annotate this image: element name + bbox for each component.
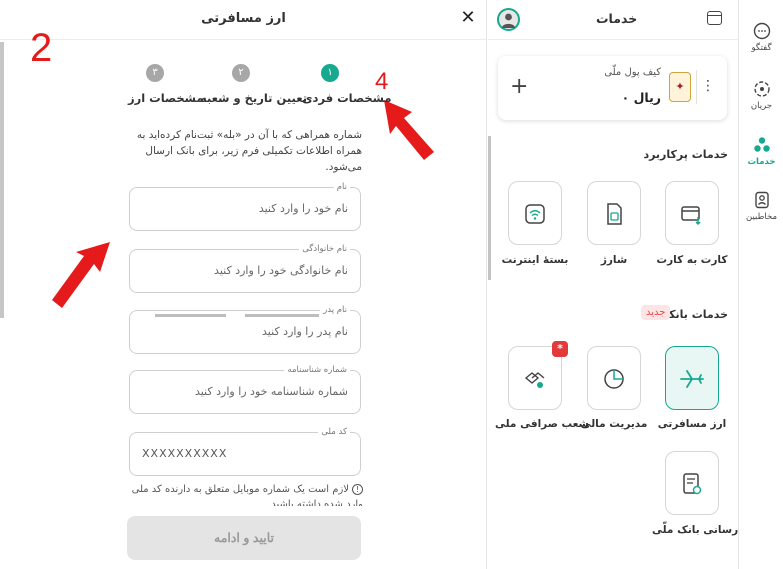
app-window: ارز مسافرتی ✕ 2 4 ۳ ۲ ۱ مشخصات ارز تعیین… xyxy=(0,0,783,569)
wallet-label: کیف پول ملّی xyxy=(604,67,661,78)
wallet-card[interactable]: + کیف پول ملّی ۰ ریال ✦ ⋮ xyxy=(498,56,727,120)
tab-window-icon[interactable] xyxy=(707,11,722,25)
step-3-label: مشخصات ارز xyxy=(128,91,204,105)
step-3-indicator: ۳ xyxy=(146,64,164,82)
nav-label: جریان xyxy=(750,101,773,111)
bank-melli-logo-icon: ✦ xyxy=(669,72,691,102)
hint-text: !لازم است یک شماره موبایل متعلق به دارند… xyxy=(129,482,363,506)
intro-text: شماره همراهی که با آن در «بله» ثبت‌نام ک… xyxy=(136,129,362,173)
father-name-field[interactable]: نام پدر نام پدر را وارد کنید xyxy=(129,304,361,354)
avatar[interactable] xyxy=(497,8,520,31)
field-placeholder: شماره شناسنامه خود را وارد کنید xyxy=(194,385,348,398)
wallet-balance: ۰ ریال xyxy=(621,90,661,105)
close-icon[interactable]: ✕ xyxy=(460,9,476,27)
first-name-field[interactable]: نام نام خود را وارد کنید xyxy=(129,181,361,231)
popular-services-title: خدمات پرکاربرد xyxy=(643,148,728,161)
plus-icon[interactable]: + xyxy=(510,76,528,98)
nav-label: مخاطبین xyxy=(746,212,777,222)
step-1-indicator: ۱ xyxy=(321,64,339,82)
panel-title: ارز مسافرتی xyxy=(201,11,286,26)
scrollbar[interactable] xyxy=(488,136,491,280)
services-icon xyxy=(753,137,770,152)
notification-badge: * xyxy=(552,341,568,357)
annotation-number: 2 xyxy=(30,26,53,70)
travel-currency-panel: ارز مسافرتی ✕ 2 4 ۳ ۲ ۱ مشخصات ارز تعیین… xyxy=(0,0,487,569)
progress-stepper: ۳ ۲ ۱ مشخصات ارز تعیین تاریخ و شعبه مشخص… xyxy=(128,60,391,317)
services-header: خدمات xyxy=(488,0,738,40)
nav-item-contacts[interactable]: مخاطبین xyxy=(739,191,783,237)
field-placeholder: نام خانوادگی خود را وارد کنید xyxy=(214,264,348,277)
financial-management-tile[interactable] xyxy=(587,346,641,410)
step-2-indicator: ۲ xyxy=(232,64,250,82)
hint-message: لازم است یک شماره موبایل متعلق به دارنده… xyxy=(131,484,363,506)
exchange-branch-icon xyxy=(524,372,545,388)
national-code-field[interactable]: کد ملی XXXXXXXXXX xyxy=(129,426,361,476)
new-badge: جدید xyxy=(641,305,671,320)
step-1-label: مشخصات فردی xyxy=(302,91,392,105)
tile-label: کارت به کارت xyxy=(656,254,728,266)
scrollbar[interactable] xyxy=(0,42,4,318)
sim-card-icon xyxy=(607,203,622,225)
tile-label: شارژ xyxy=(600,254,628,266)
internet-package-tile[interactable] xyxy=(508,181,562,245)
annotation-arrow-icon xyxy=(52,242,110,308)
services-panel: خدمات + کیف پول ملّی ۰ ریال ✦ ⋮ خدمات پر… xyxy=(488,0,738,569)
field-label: نام پدر xyxy=(320,304,350,316)
panel-header: ارز مسافرتی ✕ xyxy=(0,0,486,40)
last-name-field[interactable]: نام خانوادگی نام خانوادگی خود را وارد کن… xyxy=(129,243,361,293)
field-label: نام خانوادگی xyxy=(299,243,350,255)
bank-notification-tile[interactable] xyxy=(665,451,719,515)
confirm-continue-button[interactable]: تایید و ادامه xyxy=(127,516,361,560)
charge-tile[interactable] xyxy=(587,181,641,245)
exchange-branches-tile[interactable]: * xyxy=(508,341,568,410)
nav-rail: گفتگو جریان خدمات مخاطبین xyxy=(738,0,783,569)
field-label: کد ملی xyxy=(318,426,350,438)
field-placeholder: نام پدر را وارد کنید xyxy=(262,325,348,338)
nav-label: گفتگو xyxy=(751,43,772,53)
travel-currency-tile[interactable] xyxy=(665,346,719,410)
tile-label: ارز مسافرتی xyxy=(657,418,727,430)
wifi-icon xyxy=(525,204,545,224)
nav-item-chat[interactable]: گفتگو xyxy=(739,22,783,68)
field-label: شماره شناسنامه xyxy=(284,364,350,376)
notification-doc-icon xyxy=(683,473,702,495)
divider xyxy=(696,70,697,104)
field-label: نام xyxy=(333,181,350,193)
tile-label: اطلاع‌رسانی بانک ملّی xyxy=(652,524,738,536)
card-transfer-icon xyxy=(681,206,701,226)
tile-label: بستهٔ اینترنت xyxy=(501,254,569,266)
services-title: خدمات xyxy=(596,11,638,26)
pie-chart-icon xyxy=(604,369,624,389)
id-number-field[interactable]: شماره شناسنامه شماره شناسنامه خود را وار… xyxy=(129,364,361,414)
contacts-icon xyxy=(754,191,769,209)
field-placeholder: نام خود را وارد کنید xyxy=(258,202,348,215)
nav-label: خدمات xyxy=(747,157,776,167)
nav-item-stream[interactable]: جریان xyxy=(739,80,783,126)
tile-label: شعب صرافی ملی xyxy=(495,418,589,430)
chat-icon xyxy=(753,22,770,40)
more-vertical-icon[interactable]: ⋮ xyxy=(701,76,715,96)
airplane-icon xyxy=(680,370,704,388)
info-icon: ! xyxy=(352,484,363,495)
user-avatar-icon xyxy=(502,13,515,28)
step-2-label: تعیین تاریخ و شعبه xyxy=(200,91,308,105)
card-to-card-tile[interactable] xyxy=(665,181,719,245)
field-value: XXXXXXXXXX xyxy=(142,447,228,460)
annotation-arrow-icon xyxy=(384,100,434,160)
nav-item-services[interactable]: خدمات xyxy=(739,136,783,182)
stream-icon xyxy=(753,81,770,97)
